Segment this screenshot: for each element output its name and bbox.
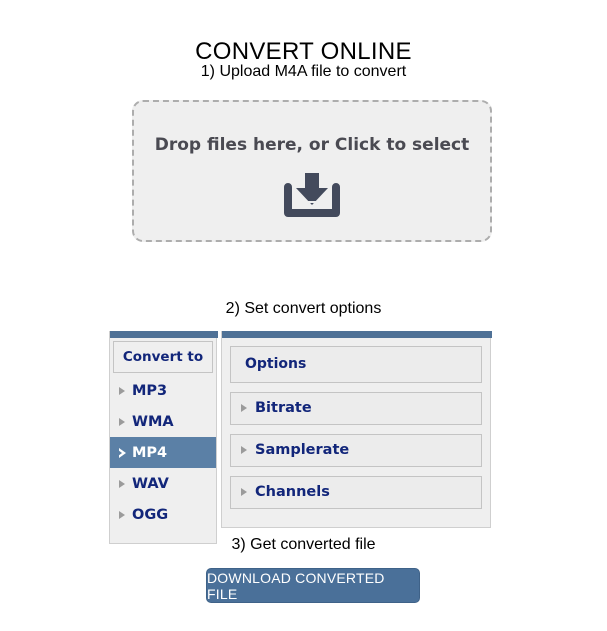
- sidebar-item-label: WAV: [132, 475, 169, 492]
- format-sidebar: Convert to MP3 WMA MP4 WAV OGG: [109, 331, 218, 544]
- sidebar-item-label: MP4: [132, 444, 168, 461]
- sidebar-item-label: WMA: [132, 413, 174, 430]
- sidebar-item-label: OGG: [132, 506, 169, 523]
- file-dropzone[interactable]: Drop files here, or Click to select: [132, 100, 492, 242]
- dropzone-label: Drop files here, or Click to select: [154, 135, 470, 155]
- chevron-right-icon: [119, 386, 125, 395]
- chevron-right-icon: [241, 446, 247, 454]
- options-panel: Options Bitrate Samplerate Channels: [221, 331, 492, 528]
- sidebar-item-ogg[interactable]: OGG: [110, 499, 216, 530]
- chevron-right-icon: [241, 404, 247, 412]
- chevron-right-icon: [241, 488, 247, 496]
- convert-to-header: Convert to: [113, 341, 213, 373]
- sidebar-item-wma[interactable]: WMA: [110, 406, 216, 437]
- sidebar-item-label: MP3: [132, 382, 168, 399]
- accordion-bitrate[interactable]: Bitrate: [230, 392, 482, 425]
- step-3-label: 3) Get converted file: [231, 536, 376, 553]
- accordion-label: Samplerate: [255, 442, 350, 458]
- accordion-label: Channels: [255, 484, 330, 500]
- sidebar-item-mp4[interactable]: MP4: [110, 437, 216, 468]
- download-converted-file-button[interactable]: DOWNLOAD CONVERTED FILE: [206, 568, 420, 603]
- accordion-label: Bitrate: [255, 400, 312, 416]
- chevron-right-icon: [119, 479, 125, 488]
- chevron-right-icon: [118, 447, 126, 458]
- options-accent-bar: [222, 331, 492, 338]
- step-1-label: 1) Upload M4A file to convert: [200, 63, 407, 80]
- step-2-label: 2) Set convert options: [225, 300, 382, 317]
- chevron-right-icon: [119, 417, 125, 426]
- chevron-right-icon: [119, 510, 125, 519]
- page-title: CONVERT ONLINE: [195, 38, 412, 66]
- options-header: Options: [230, 346, 482, 383]
- download-tray-icon: [284, 173, 340, 217]
- sidebar-item-mp3[interactable]: MP3: [110, 375, 216, 406]
- sidebar-item-wav[interactable]: WAV: [110, 468, 216, 499]
- accordion-channels[interactable]: Channels: [230, 476, 482, 509]
- sidebar-accent-bar: [110, 331, 218, 338]
- accordion-samplerate[interactable]: Samplerate: [230, 434, 482, 467]
